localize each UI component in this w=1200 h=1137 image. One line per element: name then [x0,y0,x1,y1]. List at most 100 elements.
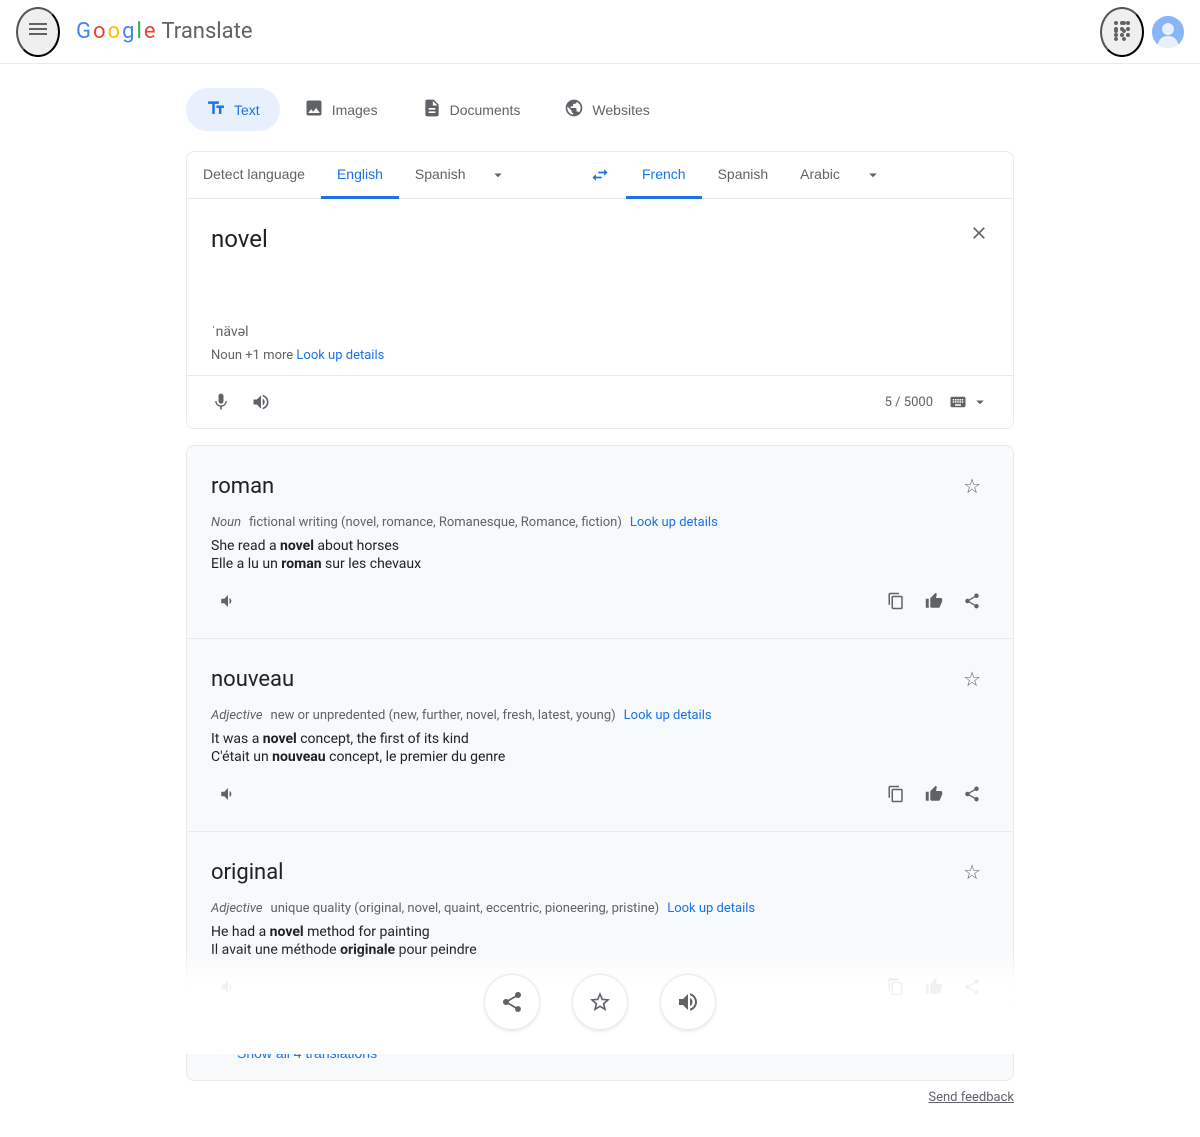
google-translate-logo[interactable]: Google Translate [76,19,252,44]
translation-header-original: original ☆ [211,852,989,893]
translation-word-roman: roman [211,474,274,499]
input-action-buttons [203,384,279,420]
target-spanish-btn[interactable]: Spanish [702,152,785,199]
websites-mode-icon [564,98,584,121]
target-french-btn[interactable]: French [626,152,702,199]
lookup-details-link-input[interactable]: Look up details [296,348,384,363]
lookup-link-original[interactable]: Look up details [667,901,755,916]
show-all-translations-btn[interactable]: Show all 4 translations [187,1025,1013,1080]
copy-btn-original[interactable] [879,970,913,1004]
tab-images[interactable]: Images [284,88,398,131]
share-circle-btn[interactable] [484,974,540,1030]
lookup-link-nouveau[interactable]: Look up details [624,708,712,723]
microphone-btn[interactable] [203,384,239,420]
example-fr-original: Il avait une méthode originale pour pein… [211,942,989,958]
translation-footer-nouveau [211,777,989,811]
speaker-btn-roman[interactable] [211,584,245,618]
images-mode-icon [304,98,324,121]
translation-item-roman: roman ☆ Noun fictional writing (novel, r… [187,446,1013,639]
tab-websites[interactable]: Websites [544,88,669,131]
speaker-btn-original[interactable] [211,970,245,1004]
language-bar: Detect language English Spanish French S… [187,152,1013,199]
star-circle-btn[interactable] [572,974,628,1030]
footer-actions-original [879,970,989,1004]
example-en-original: He had a novel method for painting [211,924,989,940]
example-en-nouveau: It was a novel concept, the first of its… [211,731,989,747]
char-count-area: 5 / 5000 [885,389,997,415]
header-left: Google Translate [16,7,252,57]
hamburger-menu[interactable] [16,7,60,57]
mode-tabs: Text Images Documents Websites [186,88,1014,131]
input-bottom-bar: 5 / 5000 [187,375,1013,428]
user-avatar[interactable] [1152,16,1184,48]
speaker-btn-source[interactable] [243,384,279,420]
feedback-row: Send feedback [186,1081,1014,1113]
tab-documents-label: Documents [450,102,521,118]
copy-btn-nouveau[interactable] [879,777,913,811]
pos-line-nouveau: Adjective new or unpredented (new, furth… [211,708,989,723]
translation-word-original: original [211,860,284,885]
star-btn-original[interactable]: ☆ [955,852,989,893]
translation-header-nouveau: nouveau ☆ [211,659,989,700]
example-en-roman: She read a novel about horses [211,538,989,554]
chevron-down-icon [211,1041,229,1064]
thumbs-up-btn-roman[interactable] [917,584,951,618]
pos-line-original: Adjective unique quality (original, nove… [211,901,989,916]
lookup-link-roman[interactable]: Look up details [630,515,718,530]
source-english-btn[interactable]: English [321,152,399,199]
translation-footer-roman [211,584,989,618]
source-lang-more-btn[interactable] [481,152,515,198]
share-btn-nouveau[interactable] [955,777,989,811]
pos-line-roman: Noun fictional writing (novel, romance, … [211,515,989,530]
target-arabic-btn[interactable]: Arabic [784,152,856,199]
translation-word-nouveau: nouveau [211,667,294,692]
keyboard-btn[interactable] [941,389,997,415]
translation-item-nouveau: nouveau ☆ Adjective new or unpredented (… [187,639,1013,832]
source-lang-group: Detect language English Spanish [187,152,574,198]
share-btn-original[interactable] [955,970,989,1004]
copy-btn-roman[interactable] [879,584,913,618]
tab-websites-label: Websites [592,102,649,118]
star-btn-roman[interactable]: ☆ [955,466,989,507]
swap-languages-btn[interactable] [582,157,618,193]
source-spanish-btn[interactable]: Spanish [399,152,482,199]
send-feedback-link[interactable]: Send feedback [928,1090,1014,1105]
pos-roman: Noun [211,515,241,530]
phonetic-text: ˈnävəl [187,323,1013,340]
share-btn-roman[interactable] [955,584,989,618]
synonyms-nouveau: new or unpredented (new, further, novel,… [271,708,616,723]
apps-grid-button[interactable] [1100,7,1144,57]
synonyms-roman: fictional writing (novel, romance, Roman… [249,515,622,530]
text-mode-icon [206,98,226,121]
char-count-text: 5 / 5000 [885,395,933,410]
header: Google Translate [0,0,1200,64]
translate-box: Detect language English Spanish French S… [186,151,1014,429]
thumbs-up-btn-original[interactable] [917,970,951,1004]
clear-input-btn[interactable] [961,215,997,256]
audio-circle-btn[interactable] [660,974,716,1030]
footer-actions-roman [879,584,989,618]
documents-mode-icon [422,98,442,121]
input-area: novel [187,199,1013,319]
word-type-label: Noun +1 more Look up details [187,348,1013,363]
example-fr-nouveau: C'était un nouveau concept, le premier d… [211,749,989,765]
thumbs-up-btn-nouveau[interactable] [917,777,951,811]
target-lang-more-btn[interactable] [856,152,890,198]
translation-header-roman: roman ☆ [211,466,989,507]
target-lang-group: French Spanish Arabic [626,152,1013,198]
logo-translate-text: Translate [161,19,252,44]
tab-text[interactable]: Text [186,88,280,131]
tab-images-label: Images [332,102,378,118]
tab-documents[interactable]: Documents [402,88,541,131]
synonyms-original: unique quality (original, novel, quaint,… [271,901,660,916]
detect-language-btn[interactable]: Detect language [187,152,321,199]
bottom-audio-action[interactable] [660,974,716,1030]
bottom-share-action[interactable] [484,974,540,1030]
speaker-btn-nouveau[interactable] [211,777,245,811]
show-all-label: Show all 4 translations [237,1045,377,1061]
pos-nouveau: Adjective [211,708,263,723]
bottom-star-action[interactable] [572,974,628,1030]
star-btn-nouveau[interactable]: ☆ [955,659,989,700]
source-text-input[interactable]: novel [211,223,989,263]
example-fr-roman: Elle a lu un roman sur les chevaux [211,556,989,572]
